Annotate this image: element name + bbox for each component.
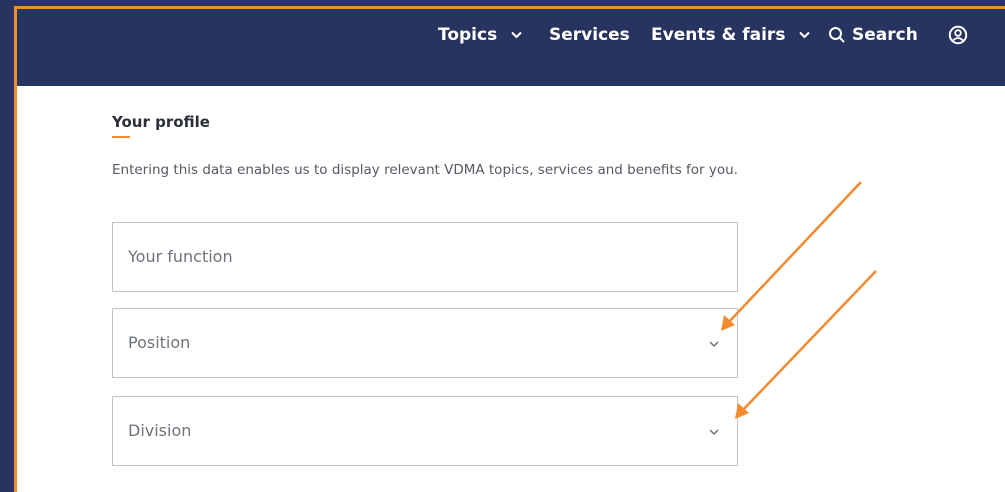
title-underline — [112, 136, 130, 138]
chevron-down-icon — [709, 341, 719, 348]
chevron-down-icon — [709, 429, 719, 436]
chevron-down-icon — [511, 31, 522, 39]
top-navigation: Topics Services Events & fairs Search — [17, 9, 1005, 86]
page-frame: Topics Services Events & fairs Search Yo… — [14, 6, 1005, 492]
user-account-icon — [948, 25, 968, 45]
section-title: Your profile — [112, 113, 210, 131]
position-placeholder: Position — [128, 333, 191, 352]
function-placeholder: Your function — [128, 247, 233, 266]
nav-item-services[interactable]: Services — [549, 23, 630, 47]
position-select[interactable]: Position — [112, 308, 738, 378]
account-button[interactable] — [948, 23, 968, 47]
nav-item-events-label: Events & fairs — [651, 25, 786, 45]
profile-form-section: Your profile Entering this data enables … — [17, 86, 1005, 492]
search-button[interactable]: Search — [828, 23, 918, 47]
division-placeholder: Division — [128, 421, 192, 440]
search-icon — [829, 27, 845, 43]
function-input[interactable]: Your function — [112, 222, 738, 292]
profile-description: Entering this data enables us to display… — [112, 162, 738, 178]
nav-item-topics[interactable]: Topics — [438, 23, 522, 47]
chevron-down-icon — [799, 31, 811, 39]
division-select[interactable]: Division — [112, 396, 738, 466]
nav-item-events-fairs[interactable]: Events & fairs — [651, 23, 811, 47]
nav-item-topics-label: Topics — [438, 25, 498, 45]
nav-item-services-label: Services — [549, 25, 630, 45]
search-label: Search — [852, 25, 918, 45]
